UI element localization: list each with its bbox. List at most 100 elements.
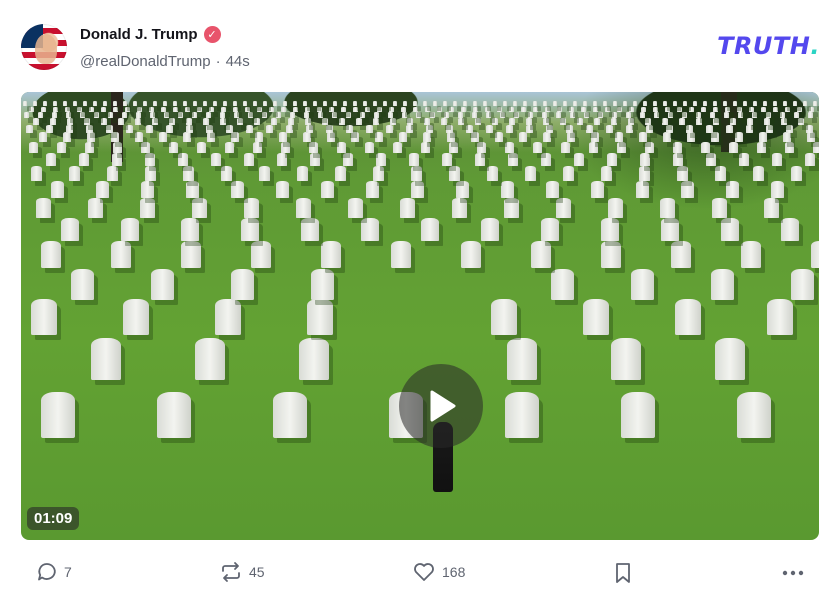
headstone	[135, 132, 143, 142]
headstone	[66, 112, 71, 118]
headstone	[257, 107, 262, 112]
headstone	[195, 338, 225, 380]
headstone	[633, 101, 637, 106]
headstone	[533, 101, 537, 106]
headstone	[783, 132, 791, 142]
headstone	[353, 107, 358, 112]
headstone	[401, 107, 406, 112]
headstone	[24, 112, 29, 118]
reply-icon	[38, 563, 56, 581]
headstone	[421, 142, 430, 153]
headstone	[290, 112, 295, 118]
headstone	[615, 132, 623, 142]
headstone	[453, 101, 457, 106]
headstone	[279, 132, 287, 142]
headstone	[183, 101, 187, 106]
bookmark-icon	[616, 563, 630, 583]
headstone	[402, 112, 407, 118]
headstone	[713, 118, 719, 125]
headstone	[273, 392, 307, 438]
headstone	[66, 125, 73, 133]
headstone	[29, 142, 38, 153]
headstone	[225, 142, 234, 153]
headstone	[561, 142, 570, 153]
headstone	[193, 101, 197, 106]
headstone	[123, 299, 149, 335]
retruth-count: 45	[249, 564, 265, 580]
post-timestamp[interactable]: 44s	[226, 53, 250, 70]
headstone	[207, 132, 215, 142]
headstone	[356, 118, 362, 125]
play-icon	[430, 390, 456, 422]
headstone	[339, 118, 345, 125]
headstone	[343, 153, 353, 166]
headstone	[203, 101, 207, 106]
headstone	[601, 166, 612, 181]
logo-text: TRUTH	[717, 32, 811, 60]
headstone	[711, 132, 719, 142]
headstone	[442, 153, 452, 166]
headstone	[206, 112, 211, 118]
headstone	[636, 181, 649, 198]
headstone	[475, 118, 481, 125]
headstone	[149, 107, 154, 112]
headstone	[546, 125, 553, 133]
headstone	[569, 107, 574, 112]
headstone	[245, 107, 250, 112]
headstone	[226, 125, 233, 133]
headstone	[461, 107, 466, 112]
headstone	[122, 112, 127, 118]
headstone	[586, 125, 593, 133]
headstone	[491, 299, 517, 335]
headstone	[237, 118, 243, 125]
headstone	[332, 112, 337, 118]
headstone	[221, 107, 226, 112]
headstone	[361, 218, 379, 241]
headstone	[662, 118, 668, 125]
truth-logo[interactable]: TRUTH.	[717, 32, 820, 60]
headstone	[724, 112, 729, 118]
headstone	[38, 112, 43, 118]
headstone	[729, 142, 738, 153]
headstone	[140, 198, 155, 218]
video-player[interactable]	[21, 92, 819, 540]
headstone	[101, 107, 106, 112]
headstone	[343, 101, 347, 106]
headstone	[121, 218, 139, 241]
play-button[interactable]	[399, 364, 483, 448]
retruth-button[interactable]: 45	[219, 561, 265, 583]
reply-count: 7	[64, 564, 72, 580]
headstone	[91, 338, 121, 380]
headstone	[612, 112, 617, 118]
headstone	[766, 112, 771, 118]
headstone	[159, 132, 167, 142]
headstone	[425, 107, 430, 112]
headstone	[71, 269, 94, 300]
headstone	[133, 101, 137, 106]
headstone	[253, 142, 262, 153]
headstone	[683, 101, 687, 106]
author-handle[interactable]: @realDonaldTrump	[80, 53, 211, 70]
author-display-name[interactable]: Donald J. Trump	[80, 26, 198, 43]
headstone	[608, 198, 623, 218]
headstone	[263, 101, 267, 106]
headstone	[80, 112, 85, 118]
headstone	[737, 392, 771, 438]
meta-separator: ·	[215, 53, 221, 70]
headstone	[626, 125, 633, 133]
headstone	[485, 107, 490, 112]
author-avatar[interactable]	[21, 24, 67, 70]
like-button[interactable]: 168	[412, 561, 465, 583]
headstone	[53, 107, 58, 112]
headstone	[570, 112, 575, 118]
bookmark-button[interactable]	[613, 561, 633, 585]
headstone	[767, 299, 793, 335]
headstone	[51, 181, 64, 198]
headstone	[43, 101, 47, 106]
more-options-button[interactable]	[781, 563, 805, 583]
headstone	[749, 107, 754, 112]
headstone	[541, 218, 559, 241]
headstone	[259, 166, 270, 181]
headstone	[703, 101, 707, 106]
reply-button[interactable]: 7	[36, 561, 72, 583]
